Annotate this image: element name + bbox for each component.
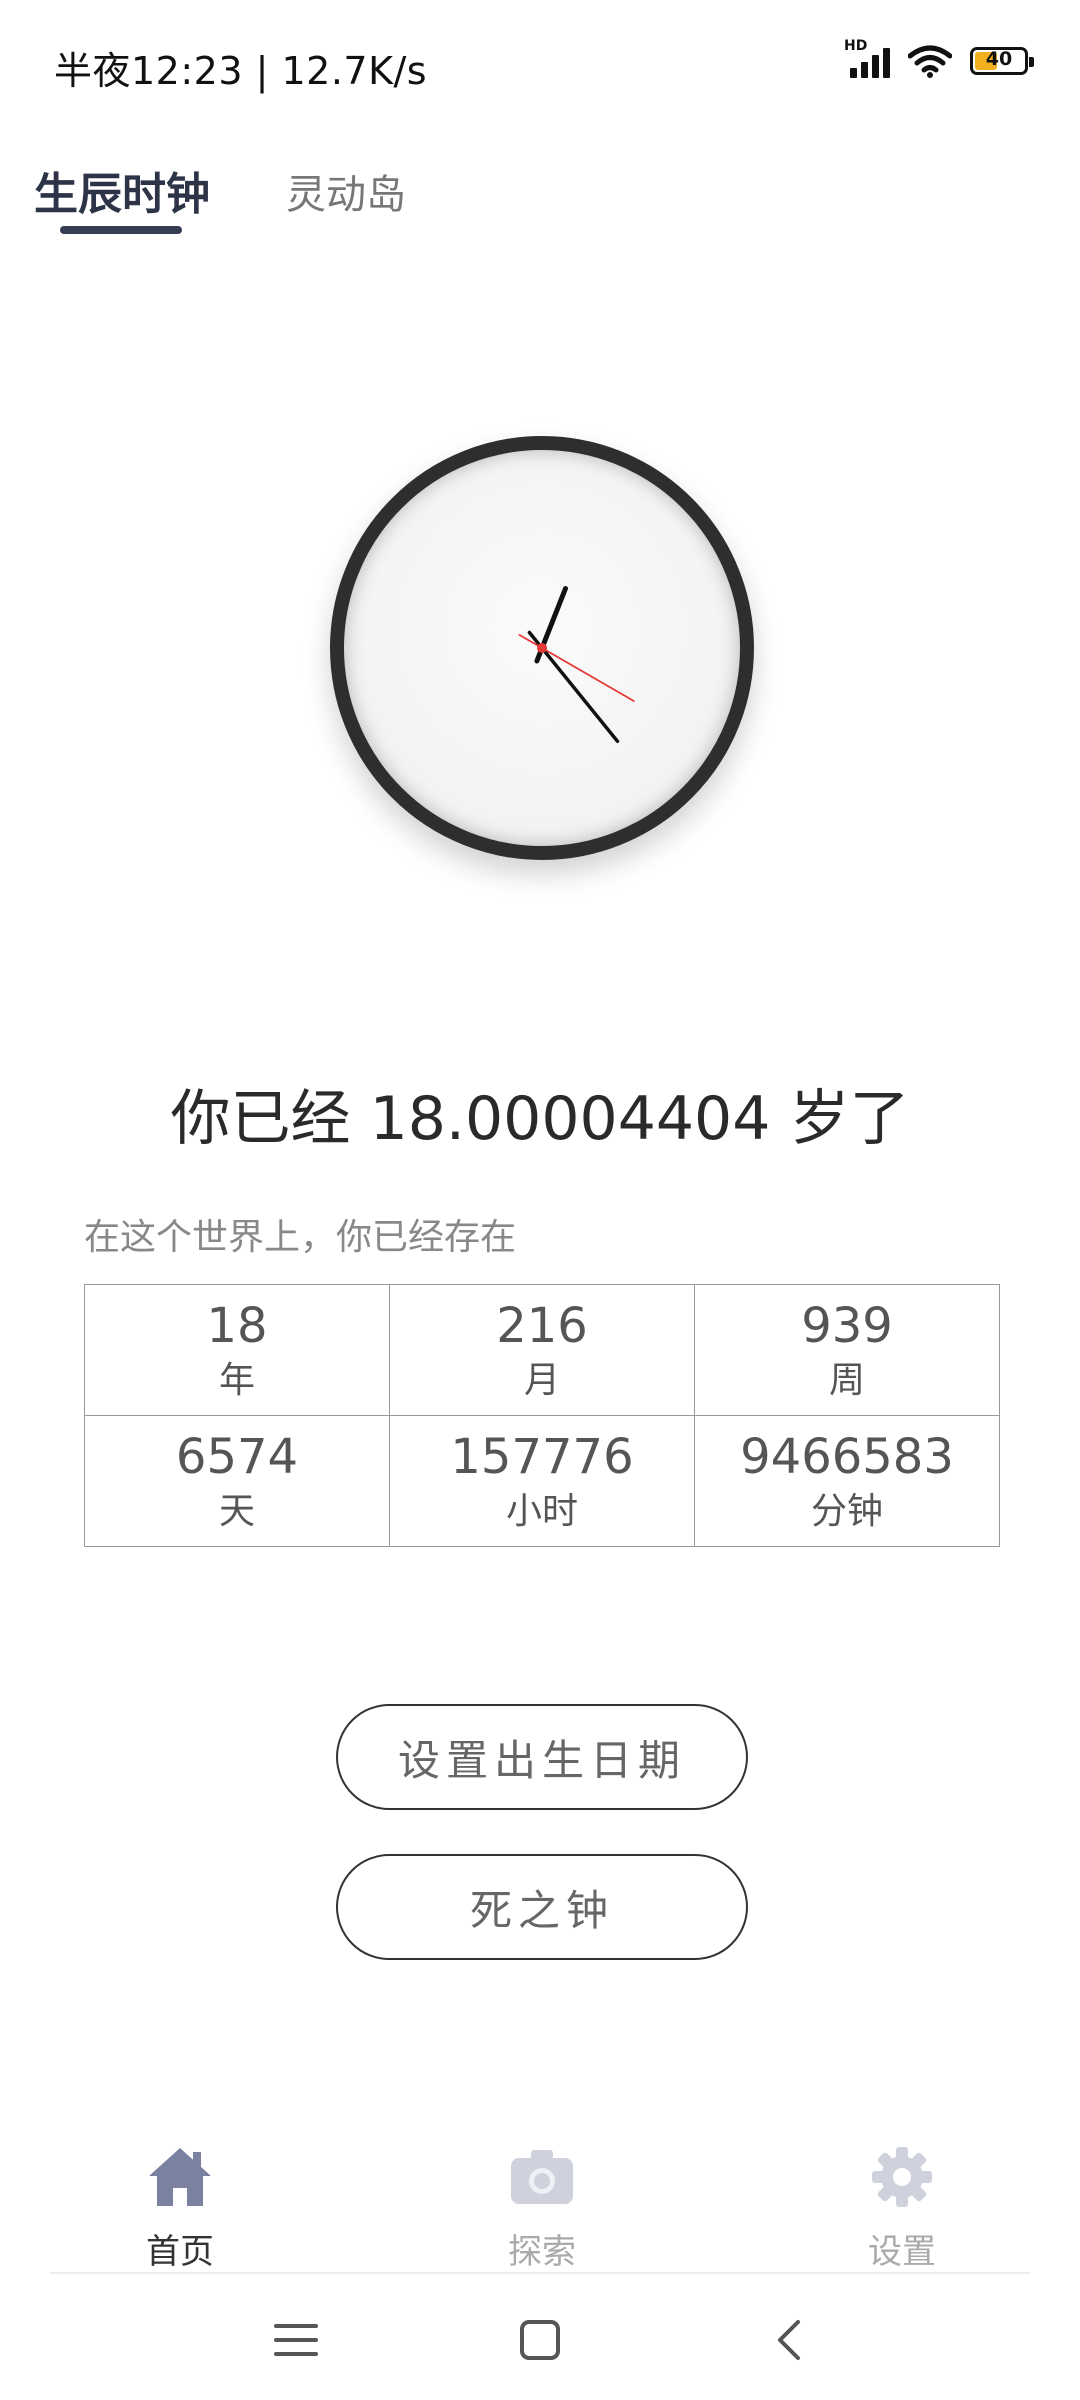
network-type: HD [844, 38, 868, 54]
stat-unit: 天 [218, 1491, 255, 1532]
camera-icon [511, 2150, 573, 2204]
stat-cell-hours: 157776 小时 [389, 1415, 695, 1547]
battery-level: 40 [985, 48, 1013, 70]
system-nav-bar [0, 2280, 1080, 2400]
home-icon [149, 2148, 211, 2206]
table-row: 18 年 216 月 939 周 [84, 1284, 1000, 1416]
top-tabs: 生辰时钟 灵动岛 [0, 140, 1080, 240]
analog-clock [330, 436, 754, 860]
home-square-icon[interactable] [510, 2310, 570, 2370]
signal-icon: HD [844, 38, 890, 78]
stat-value: 216 [496, 1298, 588, 1354]
stat-cell-weeks: 939 周 [694, 1284, 1000, 1416]
stat-value: 157776 [450, 1429, 634, 1485]
bottom-nav: 首页 探索 设置 [0, 2120, 1080, 2273]
stat-cell-minutes: 9466583 分钟 [694, 1415, 1000, 1547]
nav-divider [50, 2272, 1030, 2274]
existence-stats-table: 18 年 216 月 939 周 6574 天 157776 小时 946658… [84, 1284, 1000, 1547]
stat-unit: 分钟 [810, 1491, 883, 1532]
nav-label-settings: 设置 [868, 2232, 936, 2272]
existence-label: 在这个世界上，你已经存在 [84, 1217, 517, 1258]
stat-cell-years: 18 年 [84, 1284, 390, 1416]
age-headline: 你已经 18.00004404 岁了 [170, 1084, 910, 1154]
battery-icon: 40 [970, 47, 1034, 75]
gear-icon [872, 2147, 932, 2207]
stat-value: 18 [206, 1298, 268, 1354]
wifi-icon [908, 45, 952, 78]
stat-unit: 小时 [505, 1491, 578, 1532]
stat-cell-days: 6574 天 [84, 1415, 390, 1547]
nav-label-explore: 探索 [508, 2232, 576, 2272]
stat-value: 939 [801, 1298, 893, 1354]
table-row: 6574 天 157776 小时 9466583 分钟 [84, 1415, 1000, 1547]
stat-cell-months: 216 月 [389, 1284, 695, 1416]
stat-value: 6574 [175, 1429, 299, 1485]
menu-icon[interactable] [266, 2310, 326, 2370]
death-clock-button[interactable]: 死之钟 [336, 1854, 748, 1960]
nav-item-settings[interactable]: 设置 [802, 2144, 1002, 2273]
stat-unit: 月 [523, 1360, 560, 1401]
status-bar: 半夜12:23 | 12.7K/s HD 40 [0, 0, 1080, 130]
nav-item-explore[interactable]: 探索 [442, 2144, 642, 2273]
tab-indicator [60, 226, 182, 234]
status-time-speed: 半夜12:23 | 12.7K/s [54, 49, 428, 93]
stat-unit: 周 [828, 1360, 865, 1401]
nav-label-home: 首页 [146, 2232, 214, 2272]
stat-unit: 年 [218, 1360, 255, 1401]
tab-birth-clock[interactable]: 生辰时钟 [34, 158, 210, 222]
stat-value: 9466583 [740, 1429, 954, 1485]
set-birth-date-button[interactable]: 设置出生日期 [336, 1704, 748, 1810]
clock-hands [518, 586, 635, 744]
tab-dynamic-island[interactable]: 灵动岛 [286, 162, 406, 220]
back-icon[interactable] [760, 2310, 820, 2370]
status-icons: HD 40 [844, 38, 1034, 78]
clock-center-dot [537, 643, 547, 653]
nav-item-home[interactable]: 首页 [80, 2144, 280, 2273]
